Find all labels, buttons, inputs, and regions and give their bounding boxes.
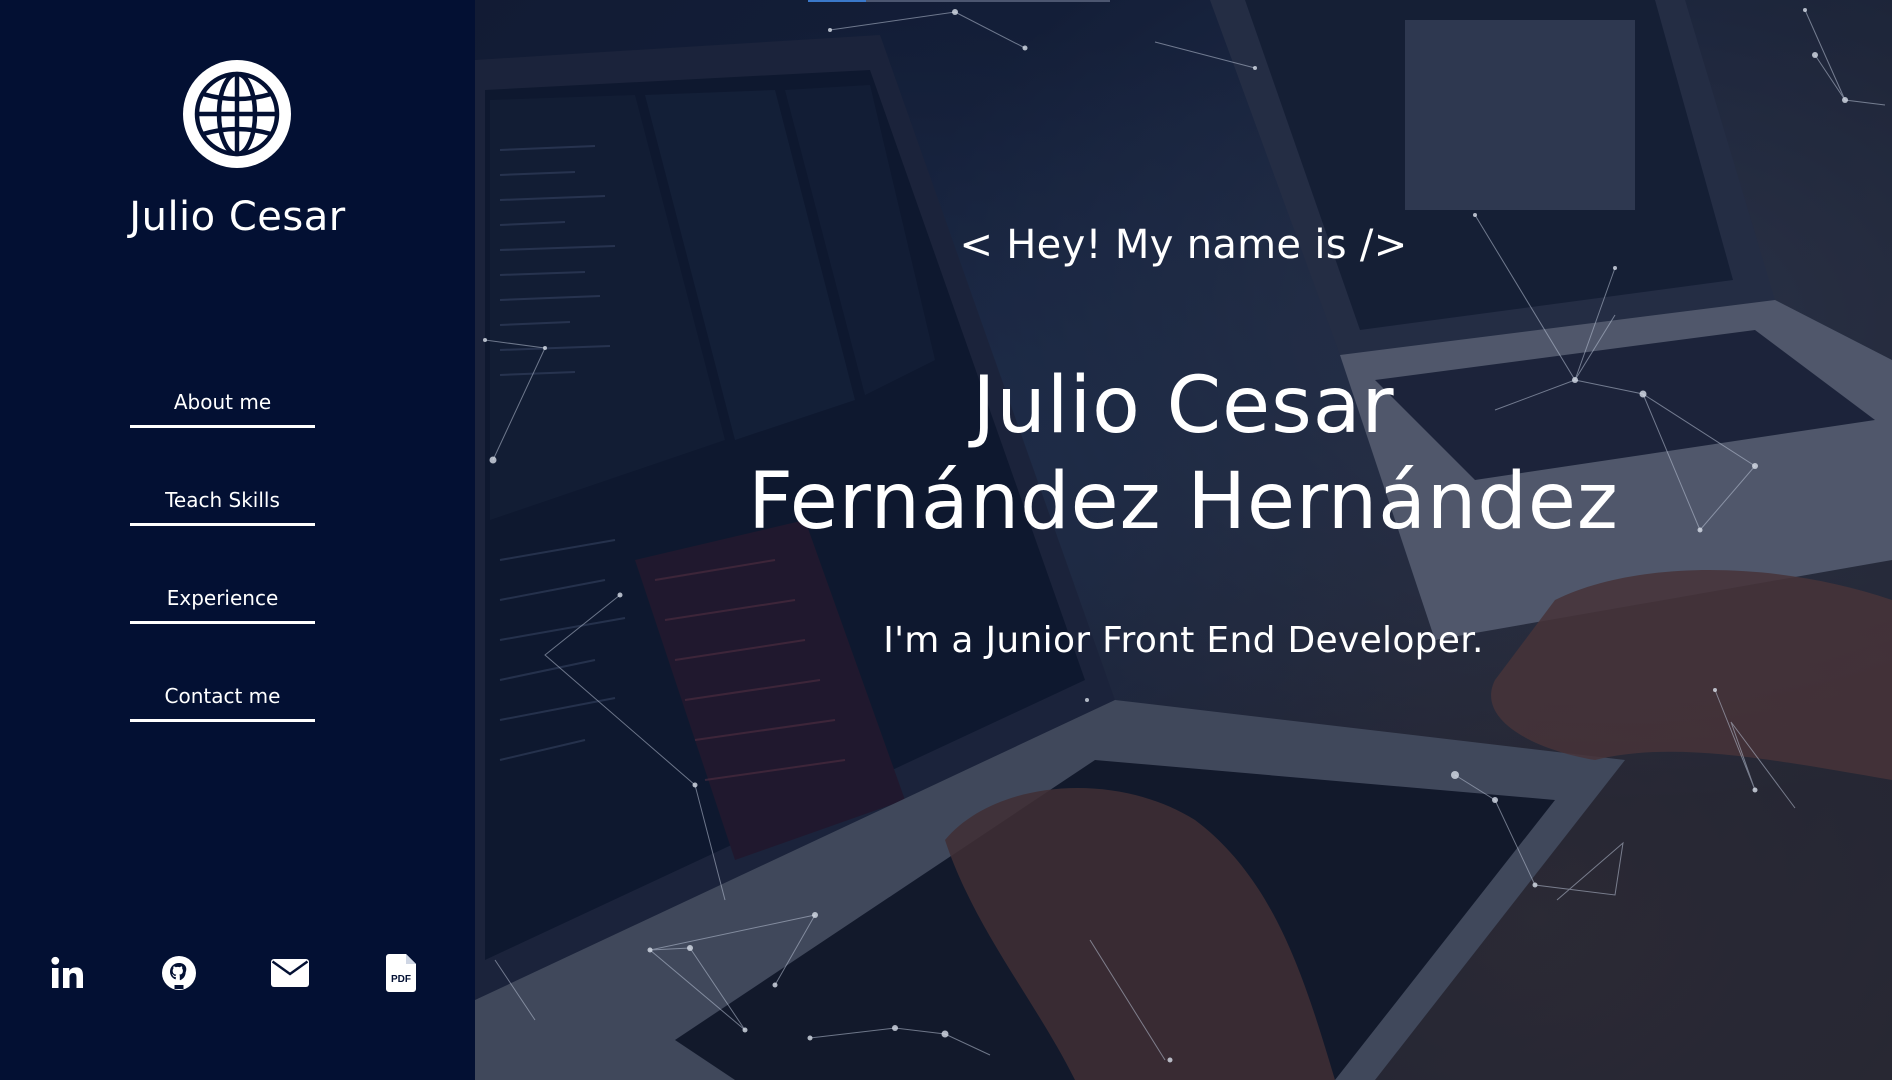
sidebar-nav: About me Teach Skills Experience Contact… bbox=[130, 390, 315, 782]
nav-link-contact[interactable]: Contact me bbox=[130, 684, 315, 722]
hero-text: < Hey! My name is /> Julio Cesar Fernánd… bbox=[475, 0, 1892, 1080]
mail-icon[interactable] bbox=[267, 950, 313, 996]
nav-link-experience[interactable]: Experience bbox=[130, 586, 315, 624]
pdf-file-icon[interactable]: PDF bbox=[378, 950, 424, 996]
hero-name-line2: Fernández Hernández bbox=[748, 457, 1619, 547]
hero-full-name: Julio Cesar Fernández Hernández bbox=[475, 358, 1892, 550]
svg-text:PDF: PDF bbox=[391, 974, 411, 985]
nav-link-skills[interactable]: Teach Skills bbox=[130, 488, 315, 526]
hero-tagline: I'm a Junior Front End Developer. bbox=[883, 620, 1484, 661]
globe-icon[interactable] bbox=[183, 60, 291, 168]
linkedin-icon[interactable] bbox=[45, 950, 91, 996]
hero-section: < Hey! My name is /> Julio Cesar Fernánd… bbox=[475, 0, 1892, 1080]
social-links: PDF bbox=[0, 950, 475, 996]
sidebar: Julio Cesar About me Teach Skills Experi… bbox=[0, 0, 475, 1080]
hero-name-line1: Julio Cesar bbox=[972, 361, 1395, 451]
hero-greeting: < Hey! My name is /> bbox=[959, 222, 1408, 268]
nav-link-about[interactable]: About me bbox=[130, 390, 315, 428]
github-icon[interactable] bbox=[156, 950, 202, 996]
sidebar-name: Julio Cesar bbox=[129, 194, 346, 240]
